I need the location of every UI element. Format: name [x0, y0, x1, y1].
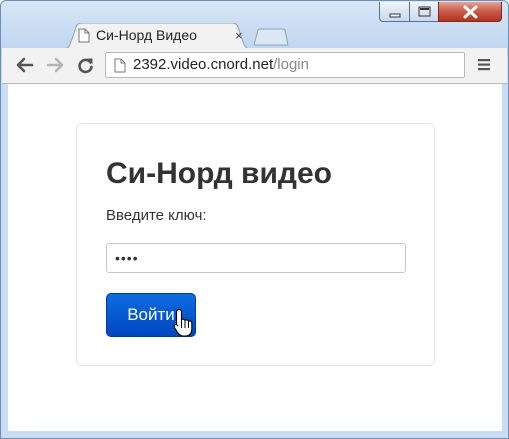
hamburger-menu-icon[interactable]	[477, 58, 491, 71]
url-text: 2392.video.cnord.net/login	[133, 56, 309, 73]
maximize-icon	[418, 6, 431, 17]
key-input[interactable]	[106, 243, 406, 273]
url-path: /login	[273, 56, 309, 73]
browser-toolbar: 2392.video.cnord.net/login	[2, 48, 507, 84]
reload-button[interactable]	[77, 57, 94, 74]
maximize-button[interactable]	[409, 2, 439, 22]
page-icon	[78, 28, 90, 43]
tab-title: Си-Норд Видео	[96, 27, 197, 43]
browser-window: Си-Норд Видео × 2392.video.cnord.net/log…	[0, 0, 509, 439]
login-card: Си-Норд видео Введите ключ: Войти	[76, 123, 435, 366]
address-bar[interactable]: 2392.video.cnord.net/login	[105, 52, 465, 78]
forward-button[interactable]	[46, 57, 64, 73]
close-window-button[interactable]	[438, 2, 502, 22]
page-icon	[114, 58, 126, 73]
url-host: 2392.video.cnord.net	[133, 56, 274, 73]
hand-pointer-icon	[173, 308, 193, 337]
close-icon	[463, 5, 478, 19]
tab-active[interactable]: Си-Норд Видео ×	[63, 23, 251, 49]
new-tab-button[interactable]	[253, 28, 289, 46]
key-label: Введите ключ:	[106, 207, 207, 224]
page-viewport: Си-Норд видео Введите ключ: Войти	[8, 84, 502, 431]
tab-close-icon[interactable]: ×	[235, 29, 243, 42]
minimize-icon	[389, 13, 401, 18]
minimize-button[interactable]	[379, 2, 410, 22]
back-button[interactable]	[16, 57, 34, 73]
page-title: Си-Норд видео	[106, 157, 332, 190]
